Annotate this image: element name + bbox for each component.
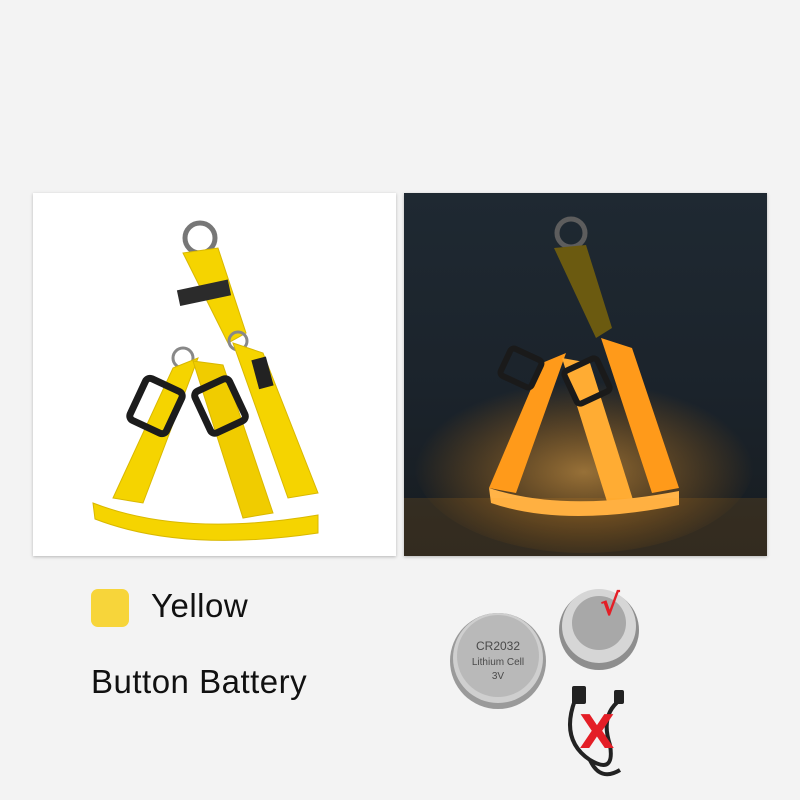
battery-cell-text: Lithium Cell: [472, 657, 524, 668]
included-check-mark: √: [600, 588, 621, 623]
battery-model-text: CR2032: [476, 639, 520, 653]
coin-battery-icon: CR2032 Lithium Cell 3V: [450, 613, 546, 709]
excluded-x-mark: X: [579, 705, 614, 759]
power-accessories: CR2032 Lithium Cell 3V √ X: [450, 588, 639, 777]
battery-voltage-text: 3V: [492, 671, 505, 682]
